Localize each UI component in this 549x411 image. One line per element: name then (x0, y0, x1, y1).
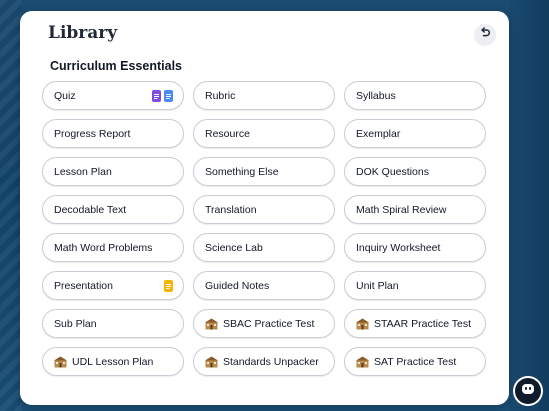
item-unit-plan[interactable]: Unit Plan (344, 271, 486, 300)
item-standards-unpacker[interactable]: Standards Unpacker (193, 347, 335, 376)
item-label: Resource (205, 127, 250, 140)
item-label: Lesson Plan (54, 165, 112, 178)
doc-blue-icon (164, 89, 173, 102)
section-title: Curriculum Essentials (50, 59, 182, 73)
school-icon (356, 356, 369, 368)
item-label: STAAR Practice Test (374, 317, 472, 330)
item-label: Rubric (205, 89, 236, 102)
item-math-word-problems[interactable]: Math Word Problems (42, 233, 184, 262)
item-translation[interactable]: Translation (193, 195, 335, 224)
school-icon (205, 356, 218, 368)
item-exemplar[interactable]: Exemplar (344, 119, 486, 148)
item-label: Math Word Problems (54, 241, 153, 254)
bot-icon (520, 381, 536, 402)
item-something-else[interactable]: Something Else (193, 157, 335, 186)
item-label: Presentation (54, 279, 113, 292)
item-grid: Quiz Rubric Syllabus Progress Report Res… (42, 81, 487, 376)
item-resource[interactable]: Resource (193, 119, 335, 148)
item-progress-report[interactable]: Progress Report (42, 119, 184, 148)
item-label: Progress Report (54, 127, 131, 140)
item-label: Translation (205, 203, 257, 216)
item-guided-notes[interactable]: Guided Notes (193, 271, 335, 300)
doc-purple-icon (152, 89, 161, 102)
item-label: Exemplar (356, 127, 401, 140)
item-label: Inquiry Worksheet (356, 241, 441, 254)
item-label: UDL Lesson Plan (72, 355, 154, 368)
item-sub-plan[interactable]: Sub Plan (42, 309, 184, 338)
item-label: SAT Practice Test (374, 355, 457, 368)
item-sat-practice-test[interactable]: SAT Practice Test (344, 347, 486, 376)
item-label: Something Else (205, 165, 279, 178)
item-lesson-plan[interactable]: Lesson Plan (42, 157, 184, 186)
library-panel: Library Curriculum Essentials Quiz Rubri… (20, 11, 509, 405)
school-icon (356, 318, 369, 330)
item-quiz[interactable]: Quiz (42, 81, 184, 110)
item-inquiry-worksheet[interactable]: Inquiry Worksheet (344, 233, 486, 262)
item-rubric[interactable]: Rubric (193, 81, 335, 110)
item-label: Unit Plan (356, 279, 399, 292)
item-label: Math Spiral Review (356, 203, 447, 216)
item-label: Sub Plan (54, 317, 97, 330)
item-label: Guided Notes (205, 279, 270, 292)
item-staar-practice-test[interactable]: STAAR Practice Test (344, 309, 486, 338)
doc-yellow-icon (164, 279, 173, 292)
assistant-launcher-button[interactable] (515, 378, 541, 404)
item-label: DOK Questions (356, 165, 429, 178)
item-label: Standards Unpacker (223, 355, 319, 368)
item-math-spiral-review[interactable]: Math Spiral Review (344, 195, 486, 224)
back-button[interactable] (474, 24, 496, 46)
item-science-lab[interactable]: Science Lab (193, 233, 335, 262)
library-title: Library (48, 23, 118, 43)
school-icon (54, 356, 67, 368)
item-label: Syllabus (356, 89, 396, 102)
item-udl-lesson-plan[interactable]: UDL Lesson Plan (42, 347, 184, 376)
item-label: Quiz (54, 89, 76, 102)
item-label: Decodable Text (54, 203, 127, 216)
item-label: SBAC Practice Test (223, 317, 315, 330)
item-label: Science Lab (205, 241, 263, 254)
item-presentation[interactable]: Presentation (42, 271, 184, 300)
background-pattern (0, 0, 22, 411)
item-sbac-practice-test[interactable]: SBAC Practice Test (193, 309, 335, 338)
undo-icon (479, 26, 491, 44)
item-decodable-text[interactable]: Decodable Text (42, 195, 184, 224)
item-dok-questions[interactable]: DOK Questions (344, 157, 486, 186)
background-right (509, 0, 549, 411)
school-icon (205, 318, 218, 330)
item-syllabus[interactable]: Syllabus (344, 81, 486, 110)
